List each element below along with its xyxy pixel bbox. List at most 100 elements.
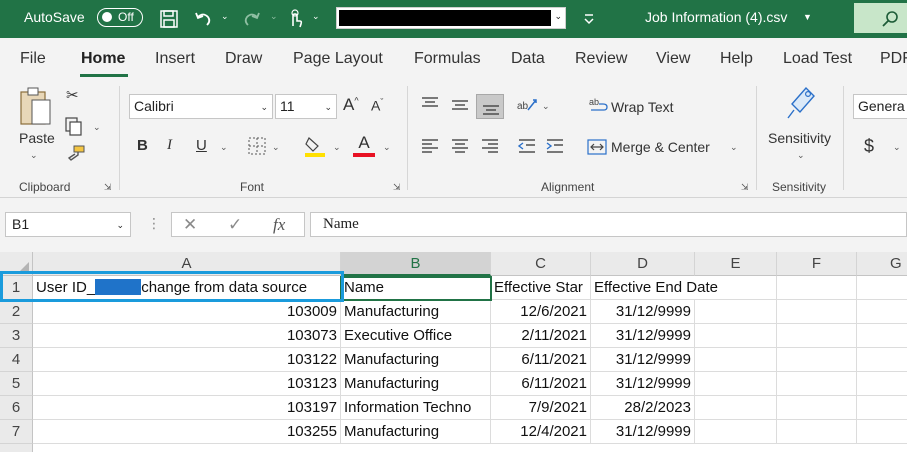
cell-name[interactable]: Manufacturing (341, 420, 491, 444)
copy-icon[interactable] (64, 116, 84, 139)
header-cell-c1[interactable]: Effective Star (491, 276, 591, 300)
redo-icon[interactable] (241, 8, 263, 30)
number-format-select[interactable]: Genera (853, 94, 907, 119)
name-box[interactable]: B1 ⌄ (5, 212, 131, 237)
drag-handle-icon[interactable]: ⋮ (147, 215, 161, 232)
grow-font-button[interactable]: A^ (343, 95, 359, 115)
enter-icon[interactable]: ✓ (228, 215, 242, 235)
column-header-c[interactable]: C (491, 252, 591, 276)
redacted-dropdown[interactable]: ⌄ (336, 7, 566, 29)
empty-cell[interactable] (857, 276, 907, 300)
cell-name[interactable]: Manufacturing (341, 348, 491, 372)
row-header[interactable]: 4 (0, 348, 33, 372)
row-header[interactable]: 2 (0, 300, 33, 324)
empty-cell[interactable] (695, 420, 777, 444)
cell-user-id[interactable]: 103123 (33, 372, 341, 396)
cell-end-date[interactable]: 31/12/9999 (591, 324, 695, 348)
redo-dropdown-icon[interactable]: ⌄ (270, 11, 278, 22)
sensitivity-dropdown-icon[interactable]: ⌄ (797, 150, 805, 161)
sensitivity-button[interactable]: Sensitivity (768, 130, 831, 146)
cell-start-date[interactable]: 12/6/2021 (491, 300, 591, 324)
italic-button[interactable]: I (167, 137, 172, 154)
row-header[interactable] (0, 444, 33, 452)
column-header-e[interactable]: E (695, 252, 777, 276)
empty-cell[interactable] (857, 348, 907, 372)
align-left-icon[interactable] (420, 138, 440, 157)
empty-cell[interactable] (777, 348, 857, 372)
empty-cell[interactable] (695, 372, 777, 396)
empty-cell[interactable] (695, 324, 777, 348)
align-center-icon[interactable] (450, 138, 470, 157)
cell-user-id[interactable]: 103122 (33, 348, 341, 372)
empty-cell[interactable] (777, 372, 857, 396)
row-header[interactable]: 6 (0, 396, 33, 420)
column-header-f[interactable]: F (777, 252, 857, 276)
font-launcher-icon[interactable]: ⇲ (393, 182, 401, 193)
tab-page-layout[interactable]: Page Layout (293, 50, 383, 68)
cell-name[interactable]: Executive Office (341, 324, 491, 348)
cell-name[interactable]: Information Techno (341, 396, 491, 420)
font-color-dropdown-icon[interactable]: ⌄ (383, 142, 391, 153)
cut-icon[interactable]: ✂ (66, 86, 79, 104)
underline-button[interactable]: U (196, 137, 207, 154)
formula-input[interactable]: Name (310, 212, 907, 237)
cell-user-id[interactable]: 103009 (33, 300, 341, 324)
empty-cell[interactable] (857, 300, 907, 324)
cell-start-date[interactable]: 2/11/2021 (491, 324, 591, 348)
empty-cell[interactable] (777, 396, 857, 420)
orientation-dropdown-icon[interactable]: ⌄ (542, 101, 550, 112)
paste-dropdown-icon[interactable]: ⌄ (30, 150, 38, 161)
paste-icon[interactable] (18, 86, 52, 129)
cancel-icon[interactable]: ✕ (183, 215, 197, 235)
cell-start-date[interactable]: 12/4/2021 (491, 420, 591, 444)
file-name[interactable]: Job Information (4).csv (645, 9, 787, 25)
currency-dropdown-icon[interactable]: ⌄ (893, 142, 901, 153)
cell-user-id[interactable]: 103197 (33, 396, 341, 420)
undo-icon[interactable] (192, 8, 214, 30)
tab-formulas[interactable]: Formulas (414, 50, 481, 68)
tab-file[interactable]: File (20, 50, 46, 68)
merge-center-button[interactable]: Merge & Center (611, 139, 710, 155)
tab-draw[interactable]: Draw (225, 50, 262, 68)
borders-dropdown-icon[interactable]: ⌄ (272, 142, 280, 153)
cell-end-date[interactable]: 31/12/9999 (591, 300, 695, 324)
row-header[interactable]: 7 (0, 420, 33, 444)
touch-mode-icon[interactable] (284, 8, 306, 30)
cell-user-id[interactable]: 103255 (33, 420, 341, 444)
file-name-chevron-icon[interactable]: ▼ (803, 12, 812, 22)
cell-start-date[interactable]: 6/11/2021 (491, 372, 591, 396)
column-header-g[interactable]: G (857, 252, 907, 276)
wrap-text-icon[interactable]: ab (589, 96, 609, 117)
empty-cell[interactable] (857, 420, 907, 444)
font-size-select[interactable]: 11 ⌄ (275, 94, 337, 119)
paste-label[interactable]: Paste (19, 130, 55, 146)
copy-dropdown-icon[interactable]: ⌄ (93, 122, 101, 133)
tab-home[interactable]: Home (81, 50, 125, 68)
empty-cell[interactable] (695, 396, 777, 420)
sensitivity-icon[interactable] (786, 84, 818, 125)
currency-button[interactable]: $ (864, 136, 874, 157)
merge-dropdown-icon[interactable]: ⌄ (730, 142, 738, 153)
column-header-b[interactable]: B (341, 252, 491, 276)
bold-button[interactable]: B (137, 137, 148, 154)
save-icon[interactable] (158, 8, 180, 30)
empty-cell[interactable] (857, 372, 907, 396)
fill-color-dropdown-icon[interactable]: ⌄ (333, 142, 341, 153)
empty-cell[interactable] (777, 300, 857, 324)
cell-start-date[interactable]: 7/9/2021 (491, 396, 591, 420)
align-right-icon[interactable] (480, 138, 500, 157)
increase-indent-icon[interactable] (545, 138, 565, 157)
underline-dropdown-icon[interactable]: ⌄ (220, 142, 228, 153)
cell-start-date[interactable]: 6/11/2021 (491, 348, 591, 372)
tab-data[interactable]: Data (511, 50, 545, 68)
tab-pdf[interactable]: PDF (880, 50, 907, 68)
decrease-indent-icon[interactable] (517, 138, 537, 157)
row-header[interactable]: 3 (0, 324, 33, 348)
empty-cell[interactable] (695, 276, 777, 300)
empty-cell[interactable] (857, 396, 907, 420)
font-family-select[interactable]: Calibri ⌄ (129, 94, 273, 119)
undo-dropdown-icon[interactable]: ⌄ (221, 11, 229, 22)
autosave-toggle[interactable]: Off (97, 8, 143, 27)
empty-cell[interactable] (695, 300, 777, 324)
align-bottom-button[interactable] (476, 94, 504, 119)
